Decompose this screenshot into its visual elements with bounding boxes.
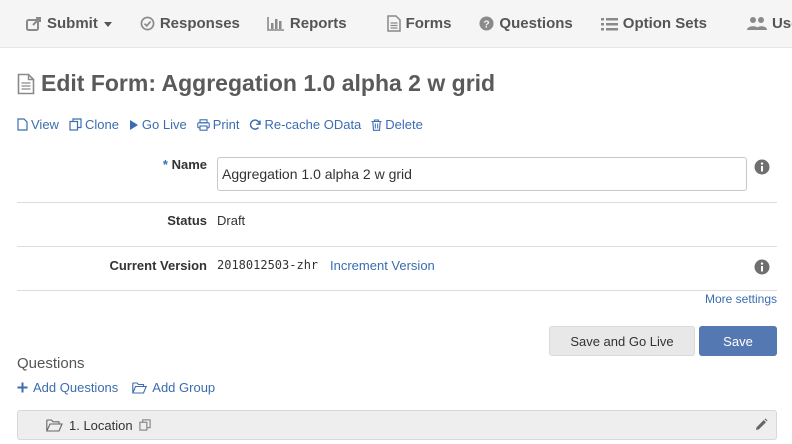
current-version-value: 2018012503-zhr (217, 258, 319, 272)
info-icon[interactable] (754, 159, 770, 175)
save-and-go-live-button[interactable]: Save and Go Live (549, 326, 695, 356)
refresh-icon (249, 118, 262, 131)
print-link-label: Print (212, 117, 240, 132)
check-circle-icon (140, 16, 155, 31)
delete-link-label: Delete (385, 117, 423, 132)
divider (17, 202, 777, 203)
name-label: * Name (100, 157, 207, 172)
nav-submit-label: Submit (47, 15, 98, 32)
svg-text:?: ? (484, 19, 490, 30)
delete-link[interactable]: Delete (371, 117, 423, 132)
save-button[interactable]: Save (699, 326, 777, 356)
nav-reports[interactable]: Reports (267, 0, 347, 47)
go-live-link[interactable]: Go Live (129, 117, 187, 132)
nav-responses[interactable]: Responses (140, 0, 240, 47)
name-label-text: Name (171, 157, 207, 172)
clone-link-label: Clone (84, 117, 119, 132)
status-label: Status (167, 213, 207, 228)
nav-questions-label: Questions (499, 15, 573, 32)
group-label: 1. Location (69, 417, 133, 433)
nav-option-sets-label: Option Sets (622, 15, 707, 32)
go-live-link-label: Go Live (141, 117, 187, 132)
required-marker: * (162, 157, 168, 172)
page-title-text: Edit Form: Aggregation 1.0 alpha 2 w gri… (41, 70, 496, 96)
document-icon (17, 73, 35, 95)
nav-users[interactable]: Users (746, 0, 792, 47)
question-group-row[interactable]: 1. Location (17, 410, 777, 440)
recache-odata-link[interactable]: Re-cache OData (249, 117, 361, 132)
top-nav: Submit Responses Reports Forms ? Questio… (0, 0, 792, 48)
divider (17, 290, 777, 291)
copy-icon (139, 419, 151, 431)
name-field[interactable] (217, 157, 747, 191)
nav-submit[interactable]: Submit (26, 0, 112, 47)
nav-reports-label: Reports (289, 15, 347, 32)
current-version-label: Current Version (109, 258, 207, 273)
copy-icon (69, 118, 82, 131)
trash-icon (371, 118, 382, 131)
view-link[interactable]: View (17, 117, 59, 132)
folder-open-icon (46, 418, 63, 432)
list-icon (600, 17, 618, 31)
question-circle-icon: ? (479, 16, 494, 31)
pencil-icon[interactable] (754, 418, 768, 432)
increment-version-link[interactable]: Increment Version (330, 258, 435, 273)
more-settings-link[interactable]: More settings (690, 292, 777, 306)
nav-forms[interactable]: Forms (386, 0, 452, 47)
recache-odata-link-label: Re-cache OData (264, 117, 362, 132)
clone-link[interactable]: Clone (69, 117, 119, 132)
nav-option-sets[interactable]: Option Sets (600, 0, 707, 47)
submit-icon (26, 16, 42, 32)
view-link-label: View (31, 117, 59, 132)
add-questions-label: Add Questions (33, 380, 119, 395)
nav-users-label: Users (771, 15, 792, 32)
question-actions: Add Questions Add Group (17, 380, 229, 395)
plus-icon (17, 382, 28, 393)
printer-icon (196, 118, 210, 131)
add-group-label: Add Group (152, 380, 216, 395)
chevron-down-icon (103, 22, 112, 27)
users-icon (746, 16, 767, 31)
page-title: Edit Form: Aggregation 1.0 alpha 2 w gri… (17, 70, 495, 97)
add-questions-link[interactable]: Add Questions (17, 380, 118, 395)
divider (17, 246, 777, 247)
info-icon[interactable] (754, 259, 770, 275)
play-icon (129, 119, 139, 131)
folder-open-icon (132, 381, 148, 394)
nav-responses-label: Responses (159, 15, 240, 32)
document-icon (17, 118, 28, 131)
form-actions: View Clone Go Live Print Re-cache OData … (17, 117, 433, 132)
document-icon (386, 15, 401, 32)
add-group-link[interactable]: Add Group (132, 380, 215, 395)
status-value: Draft (217, 213, 246, 228)
bar-chart-icon (267, 16, 285, 31)
questions-section-title: Questions (17, 355, 85, 372)
print-link[interactable]: Print (196, 117, 240, 132)
nav-questions[interactable]: ? Questions (479, 0, 573, 47)
nav-forms-label: Forms (405, 15, 452, 32)
